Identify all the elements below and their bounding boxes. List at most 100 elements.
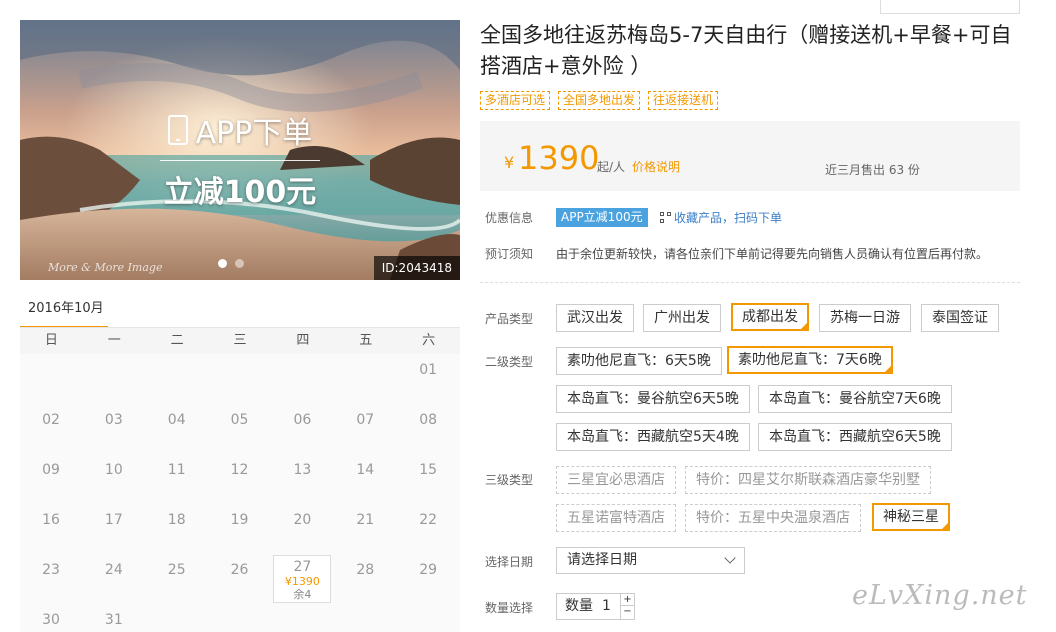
app-order-text: APP下单 xyxy=(195,116,313,151)
overlay-divider xyxy=(160,160,320,161)
calendar-day[interactable]: 31 xyxy=(83,604,145,632)
quantity-minus-button[interactable]: − xyxy=(621,606,634,618)
calendar-day[interactable]: 08 xyxy=(397,404,459,454)
calendar-day[interactable]: 01 xyxy=(397,354,459,404)
quantity-plus-button[interactable]: + xyxy=(621,594,634,606)
level2-option-selected[interactable]: 素叻他尼直飞：7天6晚 xyxy=(727,346,893,376)
calendar-day[interactable]: 20 xyxy=(271,504,333,554)
date-label: 选择日期 xyxy=(485,555,534,569)
product-type-option-selected[interactable]: 成都出发 xyxy=(731,303,809,333)
calendar-day[interactable]: 11 xyxy=(146,454,208,504)
calendar-weekday-header: 日 一 二 三 四 五 六 xyxy=(20,328,460,354)
calendar-day[interactable]: 28 xyxy=(334,554,396,604)
level2-option[interactable]: 本岛直飞：曼谷航空7天6晚 xyxy=(758,385,952,413)
calendar-day[interactable]: 16 xyxy=(20,504,82,554)
level3-option[interactable]: 特价：四星艾尔斯联森酒店豪华别墅 xyxy=(685,466,931,494)
calendar-day[interactable]: 03 xyxy=(83,404,145,454)
calendar-day[interactable]: 30 xyxy=(20,604,82,632)
carousel-dots xyxy=(218,259,244,268)
product-type-option[interactable]: 苏梅一日游 xyxy=(819,304,911,332)
sold-count: 近三月售出 63 份 xyxy=(825,163,920,177)
price-explain-link[interactable]: 价格说明 xyxy=(632,158,680,175)
weekday-sat: 六 xyxy=(422,333,436,348)
level3-option[interactable]: 特价：五星中央温泉酒店 xyxy=(685,504,861,532)
calendar-day[interactable]: 23 xyxy=(20,554,82,604)
calendar-day[interactable]: 29 xyxy=(397,554,459,604)
top-box xyxy=(880,0,1020,14)
discount-text: 立减100元 xyxy=(163,175,317,210)
carousel-dot-1[interactable] xyxy=(218,259,227,268)
calendar-day[interactable]: 05 xyxy=(209,404,271,454)
image-id-label: ID:2043418 xyxy=(373,256,460,280)
collect-scan-link[interactable]: 收藏产品，扫码下单 xyxy=(660,209,782,226)
weekday-fri: 五 xyxy=(359,333,373,348)
calendar-grid: 01 02 03 04 05 06 07 08 09 10 11 12 13 14 15 16 17 18 19 20… xyxy=(20,354,460,632)
quantity-input[interactable]: 1 xyxy=(602,594,611,619)
phone-icon xyxy=(167,115,188,145)
level3-option[interactable]: 五星诺富特酒店 xyxy=(556,504,676,532)
calendar-day-stock: 余4 xyxy=(293,588,312,601)
quantity-field-label: 数量 xyxy=(565,598,593,614)
tag-multi-city: 全国多地出发 xyxy=(558,91,641,110)
calendar-day[interactable]: 13 xyxy=(271,454,333,504)
level3-option[interactable]: 三星宜必思酒店 xyxy=(556,466,676,494)
calendar-day[interactable]: 24 xyxy=(83,554,145,604)
weekday-thu: 四 xyxy=(296,333,310,348)
calendar-day[interactable]: 17 xyxy=(83,504,145,554)
product-type-option[interactable]: 武汉出发 xyxy=(556,304,634,332)
qr-code-icon xyxy=(660,212,671,223)
app-discount-overlay: APP下单 立减100元 xyxy=(20,108,460,211)
calendar-day-price: ¥1390 xyxy=(284,575,320,588)
product-type-option[interactable]: 泰国签证 xyxy=(921,304,999,332)
quantity-label: 数量选择 xyxy=(485,601,534,615)
product-title: 全国多地往返苏梅岛5-7天自由行（赠接送机+早餐+可自搭酒店+意外险 ） xyxy=(480,23,1012,78)
calendar-day[interactable]: 19 xyxy=(209,504,271,554)
product-tags: 多酒店可选 全国多地出发 往返接送机 xyxy=(480,91,719,110)
calendar-day[interactable]: 18 xyxy=(146,504,208,554)
tag-transfer: 往返接送机 xyxy=(648,91,719,110)
collect-scan-text: 收藏产品，扫码下单 xyxy=(674,211,783,225)
carousel-dot-2[interactable] xyxy=(235,259,244,268)
promo-label: 优惠信息 xyxy=(485,211,534,225)
weekday-sun: 日 xyxy=(44,333,58,348)
quantity-step-buttons: + − xyxy=(620,594,634,619)
weekday-mon: 一 xyxy=(107,333,121,348)
level2-option[interactable]: 本岛直飞：曼谷航空6天5晚 xyxy=(556,385,750,413)
calendar-day[interactable]: 04 xyxy=(146,404,208,454)
site-watermark: eLvXing.net xyxy=(852,580,1028,611)
app-discount-badge: APP立减100元 xyxy=(556,208,648,227)
section-divider xyxy=(480,282,1020,283)
price-unit: 起/人 xyxy=(597,160,626,174)
product-type-option[interactable]: 广州出发 xyxy=(643,304,721,332)
calendar-day-number: 27 xyxy=(293,559,312,575)
level2-option[interactable]: 本岛直飞：西藏航空6天5晚 xyxy=(758,423,952,451)
date-select[interactable]: 请选择日期 xyxy=(556,547,745,574)
price-box: ¥ 1390 起/人 价格说明 近三月售出 63 份 xyxy=(480,121,1020,191)
calendar-day[interactable]: 10 xyxy=(83,454,145,504)
calendar-day[interactable]: 22 xyxy=(397,504,459,554)
calendar-day[interactable]: 07 xyxy=(334,404,396,454)
calendar-month-tab[interactable]: 2016年10月 xyxy=(20,298,108,328)
calendar-day[interactable]: 14 xyxy=(334,454,396,504)
calendar-day[interactable]: 26 xyxy=(209,554,271,604)
calendar-day[interactable]: 21 xyxy=(334,504,396,554)
price-currency: ¥ xyxy=(504,153,515,172)
level2-option[interactable]: 素叻他尼直飞：6天5晚 xyxy=(556,347,722,375)
calendar-day[interactable]: 12 xyxy=(209,454,271,504)
chevron-down-icon xyxy=(724,552,736,564)
level2-type-label: 二级类型 xyxy=(485,355,534,369)
calendar-day[interactable]: 15 xyxy=(397,454,459,504)
calendar-day[interactable]: 27 ¥1390 余4 xyxy=(273,555,332,603)
calendar-day[interactable]: 09 xyxy=(20,454,82,504)
price-amount: 1390 xyxy=(518,139,600,177)
calendar-day[interactable]: 25 xyxy=(146,554,208,604)
level3-option-selected[interactable]: 神秘三星 xyxy=(872,503,950,533)
photo-watermark: More & More Image xyxy=(48,261,163,274)
level2-option[interactable]: 本岛直飞：西藏航空5天4晚 xyxy=(556,423,750,451)
level3-type-label: 三级类型 xyxy=(485,473,534,487)
hero-banner[interactable]: APP下单 立减100元 More & More Image ID:204341… xyxy=(20,20,460,280)
notice-text: 由于余位更新较快，请各位亲们下单前记得要先向销售人员确认有位置后再付款。 xyxy=(556,247,989,261)
product-type-label: 产品类型 xyxy=(485,312,534,326)
calendar-day[interactable]: 06 xyxy=(271,404,333,454)
calendar-day[interactable]: 02 xyxy=(20,404,82,454)
